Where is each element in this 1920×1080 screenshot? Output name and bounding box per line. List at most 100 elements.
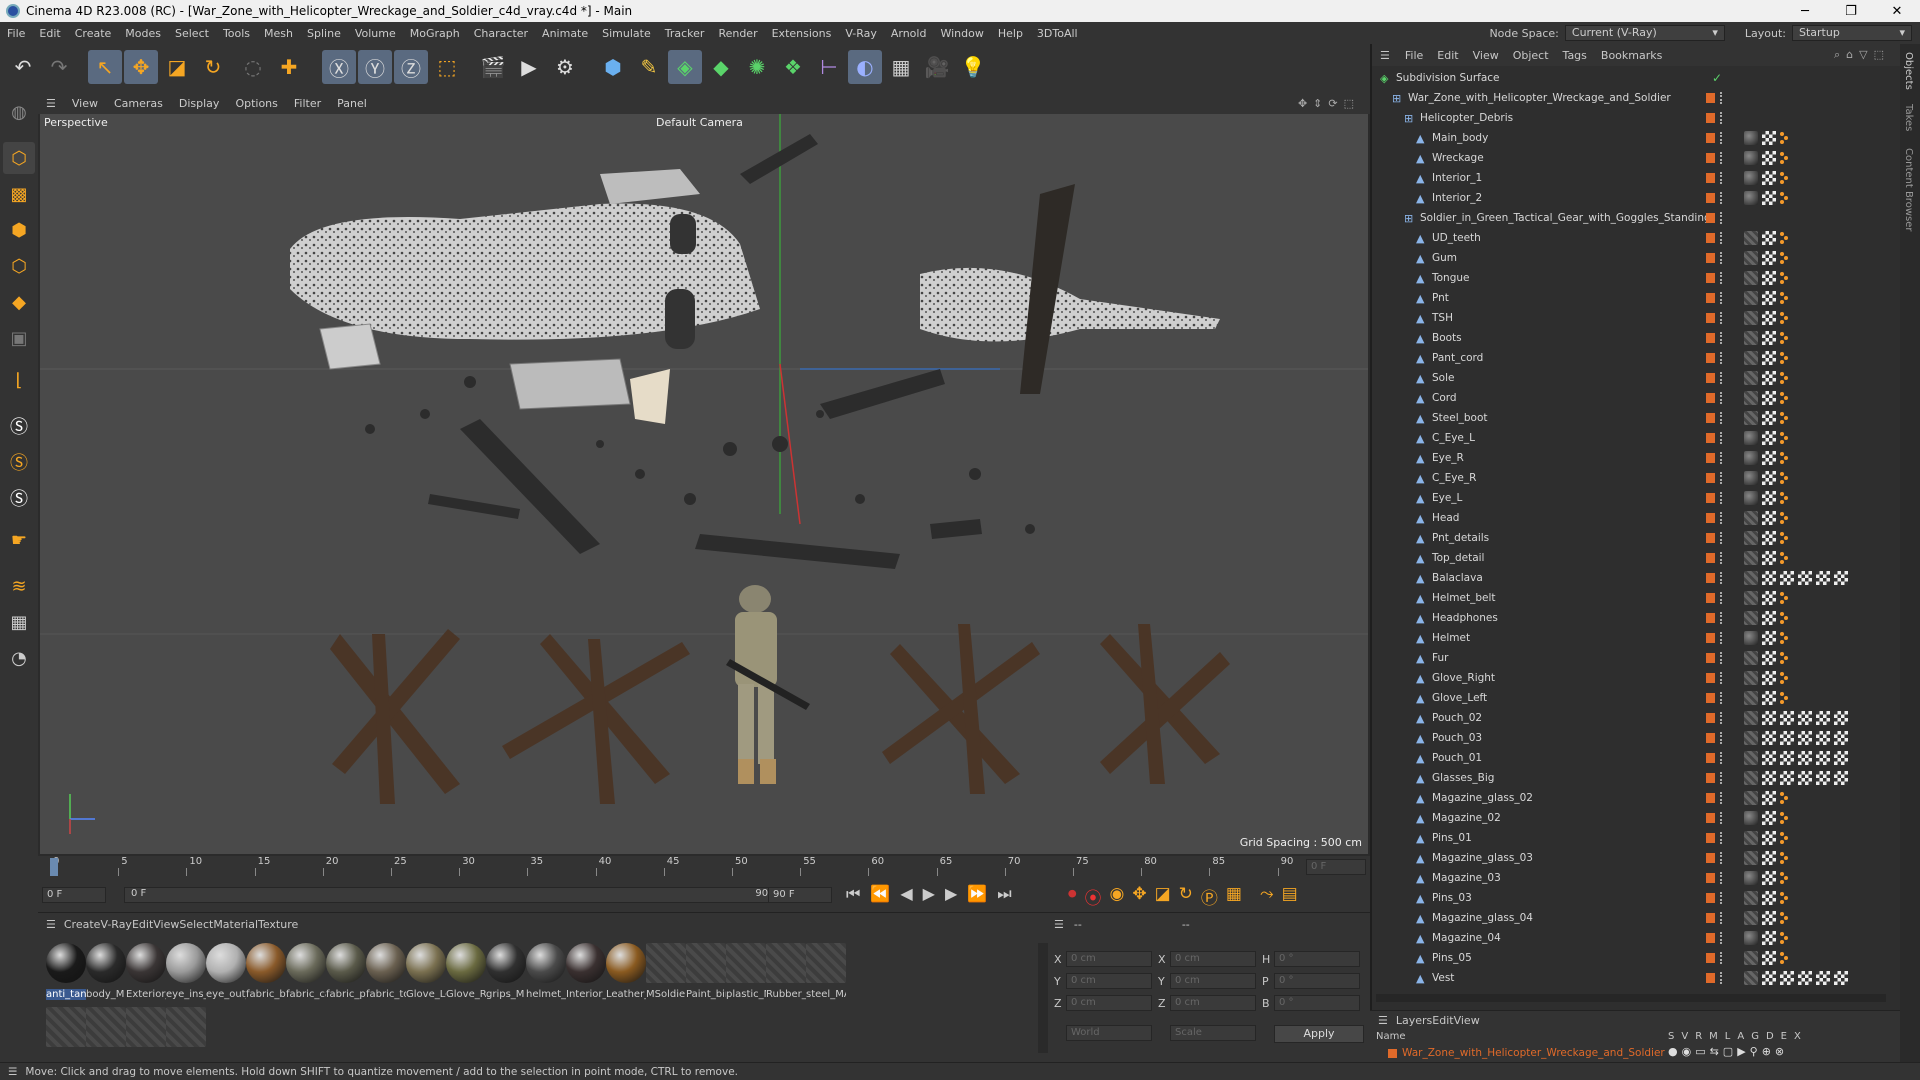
selection-tag-icon[interactable] xyxy=(1780,792,1789,804)
prev-frame-icon[interactable]: ◀ xyxy=(900,884,912,904)
texture-tag-icon[interactable] xyxy=(1762,431,1776,445)
layer-color-swatch[interactable] xyxy=(1706,973,1715,983)
material-tag-icon[interactable] xyxy=(1744,951,1758,965)
texture-tag-icon[interactable] xyxy=(1816,711,1830,725)
rot-b-field[interactable]: 0 ° xyxy=(1274,995,1360,1011)
material-label[interactable]: helmet_c xyxy=(526,989,566,1000)
material-swatch[interactable] xyxy=(326,943,366,983)
render-view-icon[interactable]: 🎬 xyxy=(476,50,510,84)
visibility-dots-icon[interactable] xyxy=(1720,152,1724,164)
layer-col-a[interactable]: A xyxy=(1737,1031,1744,1042)
texture-tag-icon[interactable] xyxy=(1762,551,1776,565)
layer-row[interactable]: War_Zone_with_Helicopter_Wreckage_and_So… xyxy=(1370,1045,1900,1061)
object-row[interactable]: ▲ Tongue xyxy=(1372,268,1882,288)
object-row[interactable]: ▲ Magazine_03 xyxy=(1372,868,1882,888)
grid-icon[interactable]: ▦ xyxy=(3,606,35,638)
layers-menu-edit[interactable]: Edit xyxy=(1432,1014,1453,1027)
visibility-dots-icon[interactable] xyxy=(1720,272,1724,284)
key-scale-icon[interactable]: ◪ xyxy=(1155,884,1171,909)
material-tag-icon[interactable] xyxy=(1744,331,1758,345)
viewport-menu-view[interactable]: View xyxy=(64,97,106,110)
material-swatch[interactable] xyxy=(126,943,166,983)
material-tag-icon[interactable] xyxy=(1744,911,1758,925)
range-slider[interactable]: 0 F 90 F xyxy=(124,887,784,903)
texture-tag-icon[interactable] xyxy=(1762,131,1776,145)
world-select[interactable]: World xyxy=(1066,1025,1152,1041)
material-label[interactable]: fabric_pr xyxy=(326,989,366,1000)
layer-col-g[interactable]: G xyxy=(1751,1031,1759,1042)
checkmark-icon[interactable]: ✓ xyxy=(1712,71,1722,85)
material-tag-icon[interactable] xyxy=(1744,131,1758,145)
material-tag-icon[interactable] xyxy=(1744,731,1758,745)
material-label[interactable]: Paint_bir xyxy=(686,989,726,1000)
3d-viewport[interactable]: Perspective Default Camera Grid Spacing … xyxy=(40,114,1368,854)
rot-h-field[interactable]: 0 ° xyxy=(1274,951,1360,967)
layer-color-swatch[interactable] xyxy=(1706,273,1715,283)
texture-tag-icon[interactable] xyxy=(1762,791,1776,805)
cube-icon[interactable]: ⬢ xyxy=(596,50,630,84)
hamburger-icon[interactable]: ☰ xyxy=(1054,918,1064,931)
layer-color-swatch[interactable] xyxy=(1706,733,1715,743)
texture-mode-icon[interactable]: ▩ xyxy=(3,178,35,210)
scale-icon[interactable]: ◪ xyxy=(160,50,194,84)
texture-tag-icon[interactable] xyxy=(1762,251,1776,265)
object-row[interactable]: ▲ Gum xyxy=(1372,248,1882,268)
pos-y-field[interactable]: 0 cm xyxy=(1066,973,1152,989)
texture-tag-icon[interactable] xyxy=(1762,651,1776,665)
texture-tag-icon[interactable] xyxy=(1834,771,1848,785)
material-swatch[interactable] xyxy=(686,943,726,983)
texture-tag-icon[interactable] xyxy=(1816,571,1830,585)
size-z-field[interactable]: 0 cm xyxy=(1170,995,1256,1011)
texture-tag-icon[interactable] xyxy=(1762,571,1776,585)
object-hscrollbar[interactable] xyxy=(1376,994,1886,1002)
material-tag-icon[interactable] xyxy=(1744,651,1758,665)
texture-tag-icon[interactable] xyxy=(1762,491,1776,505)
visibility-dots-icon[interactable] xyxy=(1720,832,1724,844)
layer-color-swatch[interactable] xyxy=(1706,233,1715,243)
axis-icon[interactable]: ≋ xyxy=(3,570,35,602)
menu-item-file[interactable]: File xyxy=(0,27,32,40)
layer-color-swatch[interactable] xyxy=(1706,133,1715,143)
next-key-icon[interactable]: ⏩ xyxy=(967,884,987,904)
selection-tag-icon[interactable] xyxy=(1780,932,1789,944)
quantize-icon[interactable]: Ⓢ xyxy=(3,482,35,514)
object-row[interactable]: ▲ Top_detail xyxy=(1372,548,1882,568)
selection-tag-icon[interactable] xyxy=(1780,392,1789,404)
layer-color-swatch[interactable] xyxy=(1706,673,1715,683)
texture-tag-icon[interactable] xyxy=(1798,711,1812,725)
snap-settings-icon[interactable]: Ⓢ xyxy=(3,446,35,478)
layer-color-swatch[interactable] xyxy=(1706,833,1715,843)
visibility-dots-icon[interactable] xyxy=(1720,432,1724,444)
visibility-dots-icon[interactable] xyxy=(1720,892,1724,904)
material-tag-icon[interactable] xyxy=(1744,411,1758,425)
selection-tag-icon[interactable] xyxy=(1780,612,1789,624)
layer-color-swatch[interactable] xyxy=(1706,353,1715,363)
texture-tag-icon[interactable] xyxy=(1762,971,1776,985)
selection-tag-icon[interactable] xyxy=(1780,552,1789,564)
material-label[interactable]: Interior_ xyxy=(566,989,606,1000)
material-swatch[interactable] xyxy=(646,943,686,983)
texture-tag-icon[interactable] xyxy=(1816,771,1830,785)
motion-icon[interactable]: ⤳ xyxy=(1260,884,1274,909)
hamburger-icon[interactable]: ☰ xyxy=(1372,49,1398,62)
scale-select[interactable]: Scale xyxy=(1170,1025,1256,1041)
material-swatch[interactable] xyxy=(766,943,806,983)
layer-color-swatch[interactable] xyxy=(1706,173,1715,183)
material-label[interactable]: Exterior_ xyxy=(126,989,166,1000)
layer-color-swatch[interactable] xyxy=(1706,853,1715,863)
material-tag-icon[interactable] xyxy=(1744,831,1758,845)
material-tag-icon[interactable] xyxy=(1744,971,1758,985)
key-position-icon[interactable]: ✥ xyxy=(1132,884,1146,909)
material-menu-view[interactable]: View xyxy=(153,918,179,931)
material-swatch[interactable] xyxy=(86,943,126,983)
points-mode-icon[interactable]: ⬢ xyxy=(3,214,35,246)
layer-color-swatch[interactable] xyxy=(1706,793,1715,803)
material-menu-texture[interactable]: Texture xyxy=(258,918,298,931)
undo-icon[interactable]: ↶ xyxy=(6,50,40,84)
minimize-button[interactable]: ─ xyxy=(1782,4,1828,19)
visibility-dots-icon[interactable] xyxy=(1720,672,1724,684)
material-swatch[interactable] xyxy=(46,943,86,983)
object-menu-tags[interactable]: Tags xyxy=(1556,49,1594,62)
selection-tag-icon[interactable] xyxy=(1780,652,1789,664)
object-row[interactable]: ▲ Cord xyxy=(1372,388,1882,408)
